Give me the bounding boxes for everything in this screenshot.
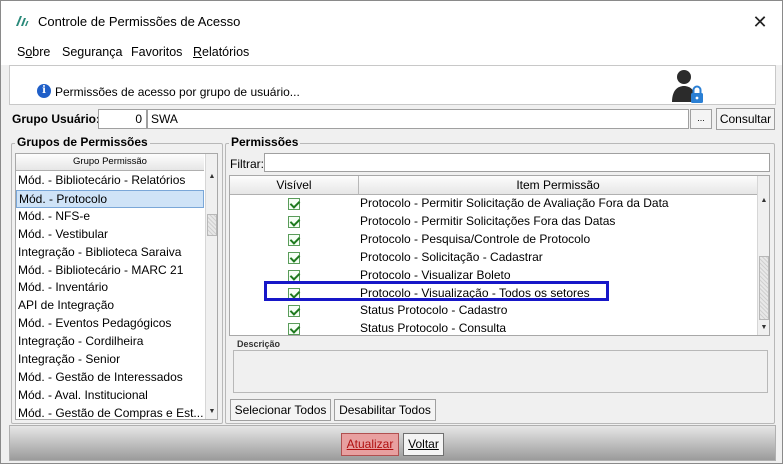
scroll-down-icon[interactable]: ▼ <box>206 405 217 419</box>
permission-row[interactable]: Protocolo - Solicitação - Cadastrar <box>230 249 757 267</box>
group-list-item[interactable]: Integração - Cordilheira <box>16 333 204 351</box>
group-user-label: Grupo Usuário: <box>12 112 101 126</box>
visible-checkbox[interactable] <box>288 323 300 335</box>
scroll-thumb[interactable] <box>207 214 217 236</box>
menu-sobre-label: Sobre <box>17 45 51 59</box>
permission-item-label: Status Protocolo - Cadastro <box>360 303 508 318</box>
permission-row[interactable]: Protocolo - Permitir Solicitação de Aval… <box>230 195 757 213</box>
permission-item-label: Protocolo - Solicitação - Cadastrar <box>360 249 543 264</box>
update-button[interactable]: Atualizar <box>341 433 399 456</box>
back-button[interactable]: Voltar <box>403 433 444 456</box>
info-icon: i <box>37 84 51 98</box>
update-button-label: Atualizar <box>346 437 394 451</box>
visible-checkbox[interactable] <box>288 269 300 282</box>
menu-seguranca[interactable]: Segurança <box>62 45 122 59</box>
description-box <box>233 350 768 393</box>
app-logo-icon <box>16 16 29 26</box>
group-list-item[interactable]: Mód. - Aval. Institucional <box>16 387 204 405</box>
group-name-field[interactable]: SWA <box>147 109 689 129</box>
window-title: Controle de Permissões de Acesso <box>38 14 241 29</box>
user-lock-icon <box>672 70 703 103</box>
menu-sobre[interactable]: Sobre <box>17 45 50 59</box>
info-banner: i Permissões de acesso por grupo de usuá… <box>9 65 776 105</box>
group-list-item[interactable]: Mód. - Eventos Pedagógicos <box>16 315 204 333</box>
permission-row[interactable]: Protocolo - Permitir Solicitações Fora d… <box>230 213 757 231</box>
title-bar: Controle de Permissões de Acesso ✕ <box>1 1 782 41</box>
permissions-window: Controle de Permissões de Acesso ✕ Sobre… <box>0 0 783 464</box>
menu-favoritos[interactable]: Favoritos <box>131 45 182 59</box>
group-code-field[interactable]: 0 <box>98 109 147 129</box>
menu-favoritos-label: Favoritos <box>131 45 183 59</box>
permission-item-label: Protocolo - Visualizar Boleto <box>360 267 511 282</box>
perm-scroll-up-icon[interactable]: ▲ <box>758 194 769 208</box>
deselect-all-button[interactable]: Desabilitar Todos <box>334 399 436 421</box>
permission-row[interactable]: Protocolo - Pesquisa/Controle de Protoco… <box>230 231 757 249</box>
groups-list[interactable]: Grupo Permissão Mód. - Bibliotecário - R… <box>15 153 218 420</box>
group-list-item[interactable]: Mód. - Vestibular <box>16 226 204 244</box>
banner-text: Permissões de acesso por grupo de usuári… <box>55 85 300 99</box>
description-label: Descrição <box>235 339 283 349</box>
groups-scrollbar[interactable]: ▲ ▼ <box>205 154 217 419</box>
visible-checkbox[interactable] <box>288 198 300 210</box>
permission-row[interactable]: Status Protocolo - Cadastro <box>230 302 757 320</box>
filter-input[interactable] <box>264 153 770 172</box>
column-visivel[interactable]: Visível <box>230 176 359 195</box>
column-item-permissao[interactable]: Item Permissão <box>359 176 758 195</box>
permissions-grid[interactable]: Visível Item Permissão Protocolo - Permi… <box>229 175 770 336</box>
close-icon[interactable]: ✕ <box>745 9 775 35</box>
permission-item-label: Status Protocolo - Consulta <box>360 321 507 336</box>
visible-checkbox[interactable] <box>288 233 300 246</box>
permission-item-label: Protocolo - Pesquisa/Controle de Protoco… <box>360 231 591 246</box>
group-lookup-button[interactable]: ... <box>690 109 712 129</box>
groups-title: Grupos de Permissões <box>15 135 150 149</box>
groups-column-header[interactable]: Grupo Permissão <box>16 154 204 171</box>
menu-relatorios[interactable]: Relatórios <box>193 45 249 59</box>
perm-scroll-down-icon[interactable]: ▼ <box>758 321 769 335</box>
permission-item-label: Protocolo - Permitir Solicitações Fora d… <box>360 213 616 228</box>
group-list-item[interactable]: Integração - Biblioteca Saraiva <box>16 244 204 262</box>
permission-row[interactable]: Status Protocolo - Consulta <box>230 320 757 336</box>
permissions-scrollbar[interactable]: ▲ ▼ <box>757 176 769 335</box>
group-list-item[interactable]: Integração - Senior <box>16 351 204 369</box>
perm-scroll-thumb[interactable] <box>759 256 769 320</box>
group-list-item[interactable]: Mód. - NFS-e <box>16 208 204 226</box>
back-button-label: Voltar <box>408 437 439 451</box>
filter-label: Filtrar: <box>230 157 264 171</box>
group-list-item[interactable]: Mód. - Inventário <box>16 279 204 297</box>
permissions-title: Permissões <box>229 135 301 149</box>
group-list-item[interactable]: Mód. - Bibliotecário - MARC 21 <box>16 262 204 280</box>
menu-bar: Sobre Segurança Favoritos Relatórios <box>1 41 782 65</box>
visible-checkbox[interactable] <box>288 305 300 318</box>
group-list-item[interactable]: Mód. - Gestão de Interessados <box>16 369 204 387</box>
permission-item-label: Protocolo - Permitir Solicitação de Aval… <box>360 196 669 210</box>
group-list-item[interactable]: Mód. - Protocolo <box>16 189 204 208</box>
scroll-up-icon[interactable]: ▲ <box>206 170 217 184</box>
select-all-button[interactable]: Selecionar Todos <box>230 399 331 421</box>
visible-checkbox[interactable] <box>288 251 300 264</box>
group-list-item[interactable]: Mód. - Gestão de Compras e Est... <box>16 405 204 419</box>
visible-checkbox[interactable] <box>288 215 300 228</box>
menu-seguranca-label: Segurança <box>62 45 123 59</box>
consult-button[interactable]: Consultar <box>716 108 775 130</box>
group-list-item[interactable]: Mód. - Bibliotecário - Relatórios <box>16 172 204 190</box>
highlight-annotation <box>264 281 609 301</box>
group-list-item[interactable]: API de Integração <box>16 297 204 315</box>
menu-relatorios-label: Relatórios <box>193 45 250 59</box>
